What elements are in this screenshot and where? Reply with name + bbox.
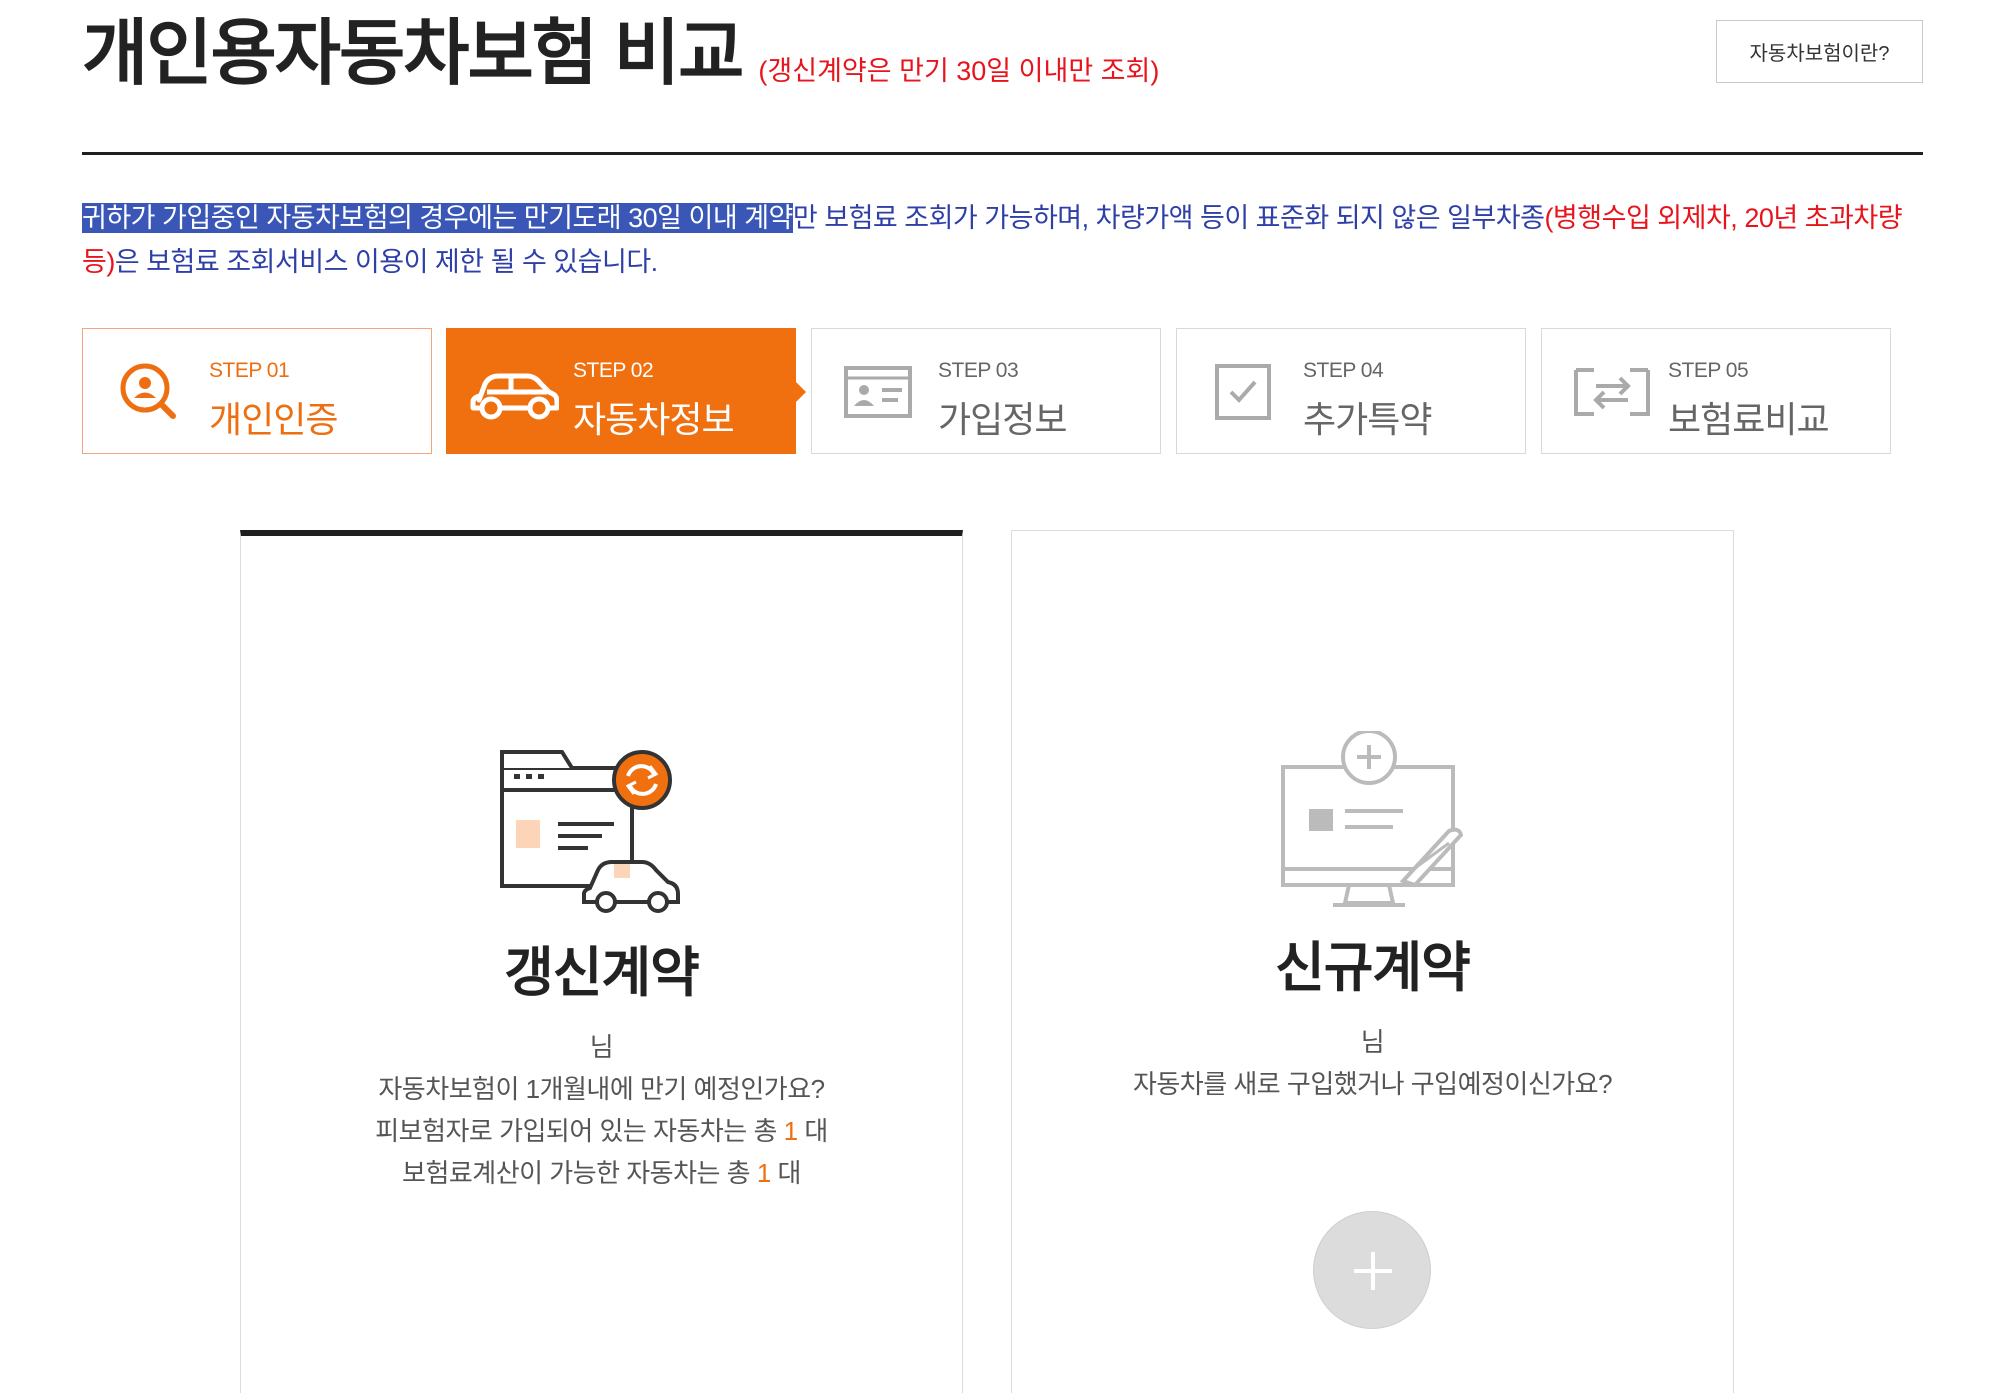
step-2-car-info[interactable]: STEP 02 자동차정보 — [446, 328, 806, 454]
step-label: 개인인증 — [209, 399, 338, 440]
step-number: STEP 02 — [573, 359, 654, 382]
step-number: STEP 01 — [209, 359, 290, 382]
calculable-car-count: 1 — [756, 1158, 771, 1188]
plus-icon — [1354, 1252, 1392, 1290]
compare-icon — [1574, 368, 1650, 416]
new-contract-document-icon — [1280, 731, 1463, 907]
insured-car-count-line: 피보험자로 가입되어 있는 자동차는 총 1 대 — [375, 1116, 828, 1146]
step-1-personal-auth[interactable]: STEP 01 개인인증 — [82, 328, 432, 454]
step-label: 보험료비교 — [1668, 399, 1830, 440]
renewal-contract-card[interactable]: 갱신계약 님 자동차보험이 1개월내에 만기 예정인가요? 피보험자로 가입되어… — [240, 530, 963, 1393]
checkbox-icon — [1215, 364, 1271, 420]
step-5-premium-compare[interactable]: STEP 05 보험료비교 — [1541, 328, 1891, 454]
step-label: 자동차정보 — [573, 399, 735, 440]
renewal-card-title: 갱신계약 — [504, 943, 700, 1003]
step-progress: STEP 01 개인인증 STEP 02 자동차정보 STEP 03 가입정보 — [82, 328, 1892, 454]
renewal-document-car-icon — [499, 750, 680, 913]
notice-tail-text: 은 보험료 조회서비스 이용이 제한 될 수 있습니다. — [114, 247, 658, 277]
calculable-car-count-line: 보험료계산이 가능한 자동차는 총 1 대 — [402, 1158, 801, 1188]
user-suffix: 님 — [589, 1032, 614, 1062]
step-number: STEP 04 — [1303, 359, 1384, 382]
new-contract-card[interactable]: 신규계약 님 자동차를 새로 구입했거나 구입예정이신가요? — [1011, 530, 1734, 1393]
active-step-arrow — [795, 381, 806, 403]
add-new-car-button[interactable] — [1313, 1211, 1431, 1329]
id-card-icon — [844, 366, 912, 418]
new-contract-question: 자동차를 새로 구입했거나 구입예정이신가요? — [1132, 1069, 1613, 1099]
what-is-car-insurance-button[interactable]: 자동차보험이란? — [1716, 20, 1923, 83]
step-3-subscription-info[interactable]: STEP 03 가입정보 — [811, 328, 1161, 454]
title-divider — [82, 152, 1923, 155]
insured-car-count: 1 — [783, 1116, 798, 1146]
notice-main-text: 만 보험료 조회가 가능하며, 차량가액 등이 표준화 되지 않은 일부차종 — [792, 203, 1545, 233]
page-header: 개인용자동차보험 비교 (갱신계약은 만기 30일 이내만 조회) — [82, 14, 1159, 94]
page-subtitle: (갱신계약은 만기 30일 이내만 조회) — [758, 56, 1160, 86]
step-number: STEP 03 — [938, 359, 1019, 382]
new-card-description: 님 자동차를 새로 구입했거나 구입예정이신가요? — [1012, 1021, 1733, 1105]
step-number: STEP 05 — [1668, 359, 1749, 382]
car-icon — [470, 373, 559, 420]
renewal-question: 자동차보험이 1개월내에 만기 예정인가요? — [378, 1074, 825, 1104]
new-card-title: 신규계약 — [1275, 938, 1471, 998]
step-4-additional-coverage[interactable]: STEP 04 추가특약 — [1176, 328, 1526, 454]
person-search-icon — [120, 363, 176, 419]
step-label: 추가특약 — [1303, 399, 1432, 440]
user-suffix: 님 — [1360, 1027, 1385, 1057]
page-title: 개인용자동차보험 비교 — [82, 14, 744, 94]
step-label: 가입정보 — [938, 399, 1067, 440]
notice-highlighted-text: 귀하가 가입중인 자동차보험의 경우에는 만기도래 30일 이내 계약 — [82, 203, 793, 233]
renewal-card-description: 님 자동차보험이 1개월내에 만기 예정인가요? 피보험자로 가입되어 있는 자… — [241, 1026, 962, 1194]
notice-text: 귀하가 가입중인 자동차보험의 경우에는 만기도래 30일 이내 계약만 보험료… — [82, 196, 1932, 284]
